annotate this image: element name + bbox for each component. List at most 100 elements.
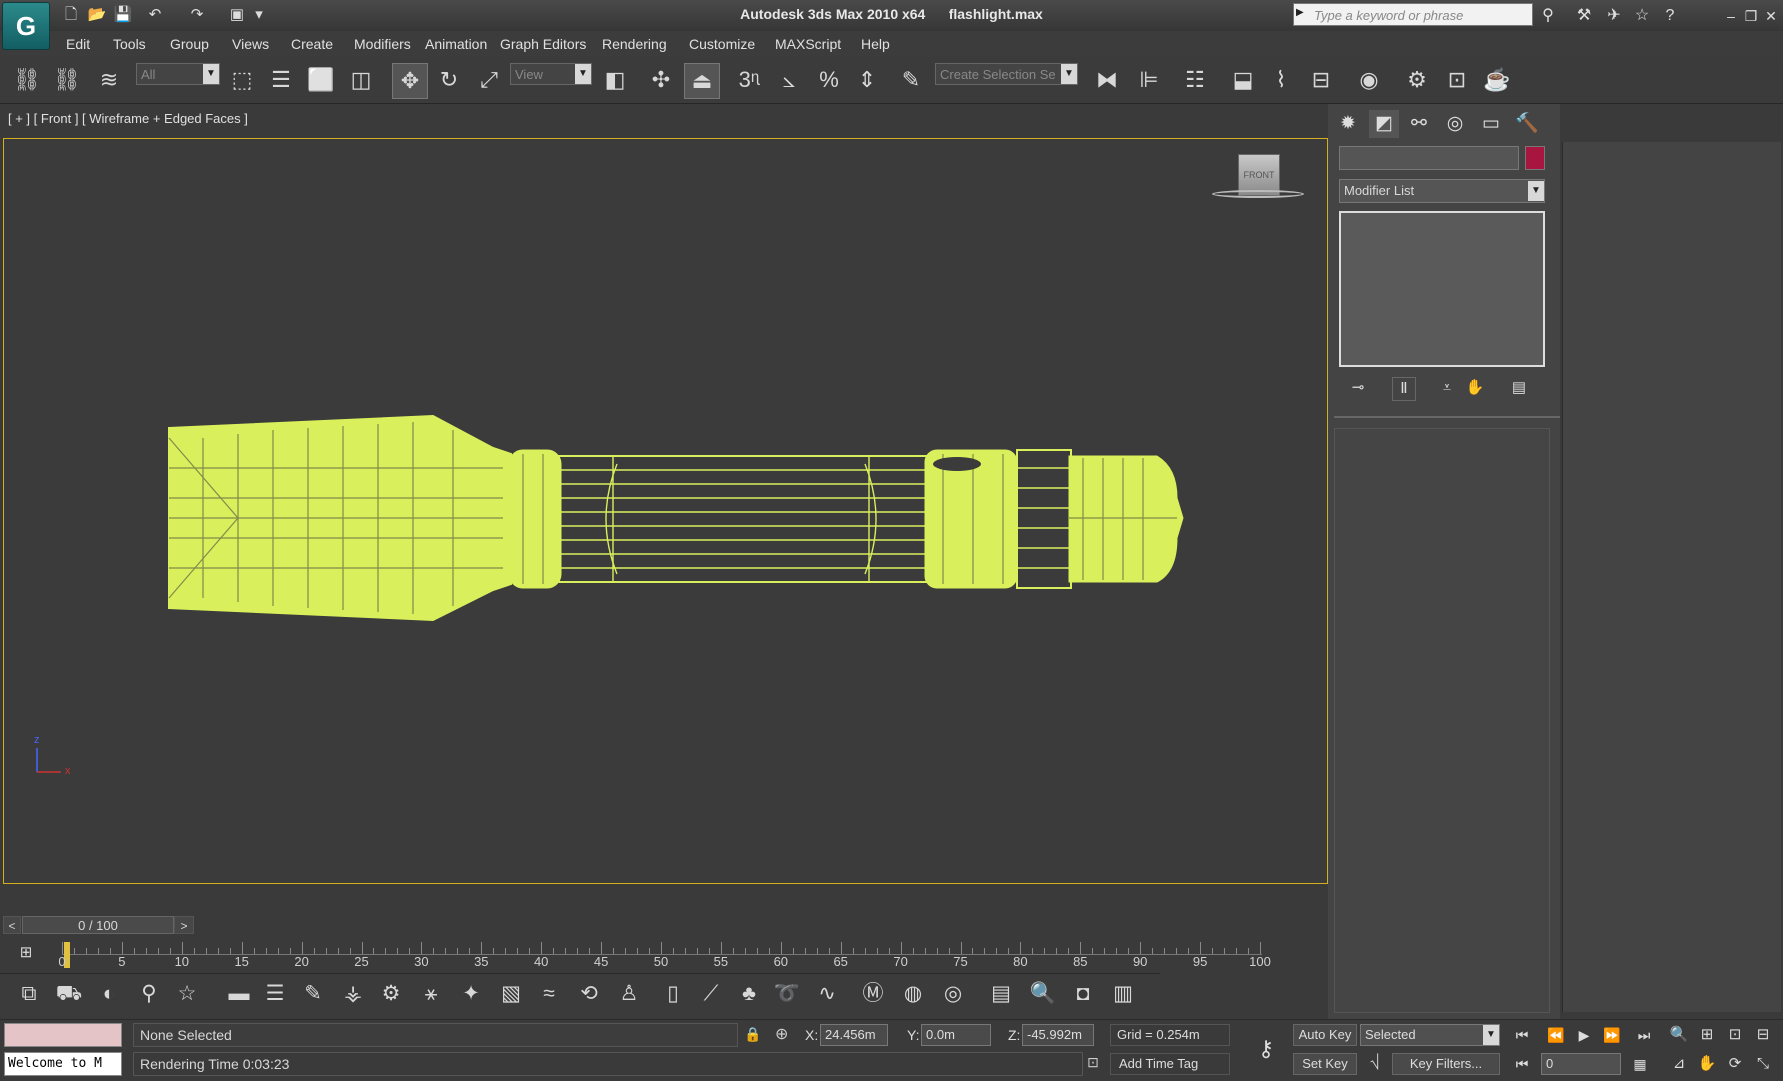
select-and-move-icon[interactable]: ✥ — [392, 63, 428, 99]
time-tag-icon[interactable]: ⊡ — [1082, 1054, 1104, 1074]
go-to-end-icon[interactable]: ⏭ — [1631, 1024, 1657, 1046]
display-tab-icon[interactable]: ▭ — [1476, 110, 1506, 138]
create-stairs-icon[interactable]: ⟋ — [695, 978, 727, 1010]
x-coordinate-field[interactable]: 24.456m — [820, 1024, 888, 1046]
select-and-manipulate-icon[interactable]: ✣ — [644, 63, 678, 97]
time-slider-thumb[interactable]: 0 / 100 — [22, 916, 174, 934]
pan-view-icon[interactable]: ✋ — [1695, 1053, 1719, 1075]
modifier-stack[interactable] — [1339, 211, 1545, 367]
hierarchy-tab-icon[interactable]: ⚯ — [1404, 110, 1434, 138]
unlink-selection-icon[interactable]: ⛓ — [50, 63, 84, 97]
create-cylinder-icon[interactable]: ☰ — [259, 978, 291, 1010]
binoculars-icon[interactable]: ⚲ — [1537, 5, 1559, 27]
render-map-icon[interactable]: ◎ — [937, 978, 969, 1010]
show-end-result-icon[interactable]: Ⅱ — [1392, 377, 1416, 401]
trackbar-ruler[interactable] — [62, 940, 1262, 955]
create-light-icon[interactable]: ⚲ — [133, 978, 165, 1010]
utilities-tab-icon[interactable]: 🔨 — [1512, 110, 1542, 138]
create-particle-icon[interactable]: ✦ — [455, 978, 487, 1010]
open-mini-curve-editor-icon[interactable]: ⊞ — [14, 942, 38, 964]
align-icon[interactable]: ⊫ — [1132, 63, 1166, 97]
zoom-icon[interactable]: 🔍 — [1667, 1024, 1691, 1046]
make-unique-icon[interactable]: ⩡ — [1436, 377, 1458, 399]
create-shirt-icon[interactable]: ⛟ — [53, 978, 85, 1010]
motion-tab-icon[interactable]: ◎ — [1440, 110, 1470, 138]
create-gear-icon[interactable]: ⚙ — [375, 978, 407, 1010]
create-star-icon[interactable]: ☆ — [171, 978, 203, 1010]
select-and-link-icon[interactable]: ⛓ — [10, 63, 44, 97]
object-color-swatch[interactable] — [1525, 146, 1545, 170]
modify-tab-icon[interactable]: ◩ — [1369, 110, 1399, 138]
maximize-viewport-icon[interactable]: ⤡ — [1751, 1053, 1775, 1075]
create-box-icon[interactable]: ⧉ — [13, 978, 45, 1010]
maxscript-mini-listener[interactable]: Welcome to M — [4, 1052, 122, 1076]
object-name-field[interactable] — [1339, 146, 1519, 170]
flashlight-wireframe[interactable]: z x — [3, 138, 1326, 882]
menu-edit[interactable]: Edit — [66, 36, 90, 52]
render-setup-icon[interactable]: ⚙ — [1400, 63, 1434, 97]
create-torus-icon[interactable]: ⟲ — [573, 978, 605, 1010]
previous-frame-icon[interactable]: ⏪ — [1543, 1024, 1569, 1046]
select-and-rotate-icon[interactable]: ↻ — [432, 63, 466, 97]
z-coordinate-field[interactable]: -45.992m — [1022, 1024, 1094, 1046]
play-animation-icon[interactable]: ▶ — [1571, 1024, 1597, 1046]
create-brush-icon[interactable]: ✎ — [297, 978, 329, 1010]
script-editor-icon[interactable]: ▤ — [985, 978, 1017, 1010]
zoom-all-icon[interactable]: ⊞ — [1695, 1024, 1719, 1046]
absolute-mode-transform-icon[interactable]: ⊕ — [775, 1024, 788, 1044]
menu-graph-editors[interactable]: Graph Editors — [500, 36, 586, 52]
window-crossing-icon[interactable]: ◫ — [344, 63, 378, 97]
material-sphere-icon[interactable]: ◍ — [897, 978, 929, 1010]
close-icon[interactable]: ✕ — [1760, 5, 1782, 27]
create-tab-icon[interactable]: ✹ — [1333, 110, 1363, 138]
create-spotlight-icon[interactable]: ⚶ — [337, 978, 369, 1010]
favorites-star-icon[interactable]: ☆ — [1631, 5, 1653, 27]
create-sphere-icon[interactable]: ◐ — [93, 978, 125, 1010]
graphite-modeling-tools-icon[interactable]: ⬓ — [1226, 63, 1260, 97]
mirror-icon[interactable]: ⧓ — [1090, 63, 1124, 97]
rectangular-selection-icon[interactable]: ⬜ — [304, 63, 338, 97]
film-strip-icon[interactable]: ▥ — [1107, 978, 1139, 1010]
y-coordinate-field[interactable]: 0.0m — [921, 1024, 991, 1046]
create-spiral-icon[interactable]: ➰ — [771, 978, 803, 1010]
time-slider-next-button[interactable]: > — [174, 916, 194, 934]
lock-selection-icon[interactable]: 🔒 — [744, 1026, 761, 1043]
modifier-list-dropdown[interactable]: Modifier List ▼ — [1339, 179, 1545, 203]
select-object-icon[interactable]: ⬚ — [225, 63, 259, 97]
reference-coordinate-dropdown[interactable]: View ▼ — [510, 63, 592, 85]
edit-named-selection-icon[interactable]: ✎ — [894, 63, 928, 97]
spinner-snap-toggle-icon[interactable]: ⇕ — [850, 63, 884, 97]
create-door-icon[interactable]: ▯ — [657, 978, 689, 1010]
use-pivot-center-icon[interactable]: ◧ — [598, 63, 632, 97]
curve-editor-icon[interactable]: ⌇ — [1264, 63, 1298, 97]
angle-snap-toggle-icon[interactable]: ⦣ — [772, 63, 806, 97]
select-and-scale-icon[interactable]: ⤢ — [472, 63, 506, 97]
render-production-teapot-icon[interactable]: ☕ — [1480, 63, 1514, 97]
selection-filter-dropdown[interactable]: All ▼ — [136, 63, 220, 85]
set-keys-icon[interactable]: ⚷ — [1248, 1036, 1284, 1062]
rendered-frame-window-icon[interactable]: ⊡ — [1440, 63, 1474, 97]
orbit-icon[interactable]: ⟳ — [1723, 1053, 1747, 1075]
menu-modifiers[interactable]: Modifiers — [354, 36, 411, 52]
view-cube-compass[interactable] — [1212, 190, 1304, 198]
create-cloth-icon[interactable]: ▧ — [495, 978, 527, 1010]
material-library-icon[interactable]: Ⓜ — [857, 978, 889, 1010]
add-time-tag[interactable]: Add Time Tag — [1110, 1053, 1230, 1075]
create-biped-icon[interactable]: ♙ — [613, 978, 645, 1010]
menu-help[interactable]: Help — [861, 36, 890, 52]
menu-customize[interactable]: Customize — [689, 36, 755, 52]
communication-center-icon[interactable]: ✈ — [1603, 5, 1625, 27]
menu-create[interactable]: Create — [291, 36, 333, 52]
auto-key-button[interactable]: Auto Key — [1293, 1024, 1357, 1046]
percent-snap-toggle-icon[interactable]: % — [812, 63, 846, 97]
search-expand-icon[interactable]: ▶ — [1296, 7, 1304, 18]
set-key-button[interactable]: Set Key — [1293, 1053, 1357, 1075]
menu-group[interactable]: Group — [170, 36, 209, 52]
time-configuration-icon[interactable]: ▦ — [1627, 1053, 1653, 1075]
subscription-center-icon[interactable]: ⚒ — [1573, 5, 1595, 27]
configure-modifier-sets-icon[interactable]: ▤ — [1508, 377, 1530, 399]
default-in-out-tangents-icon[interactable]: ⎷ — [1362, 1053, 1388, 1075]
menu-tools[interactable]: Tools — [113, 36, 146, 52]
snaps-toggle-icon[interactable]: 3ᶯ — [732, 63, 766, 97]
menu-rendering[interactable]: Rendering — [602, 36, 667, 52]
